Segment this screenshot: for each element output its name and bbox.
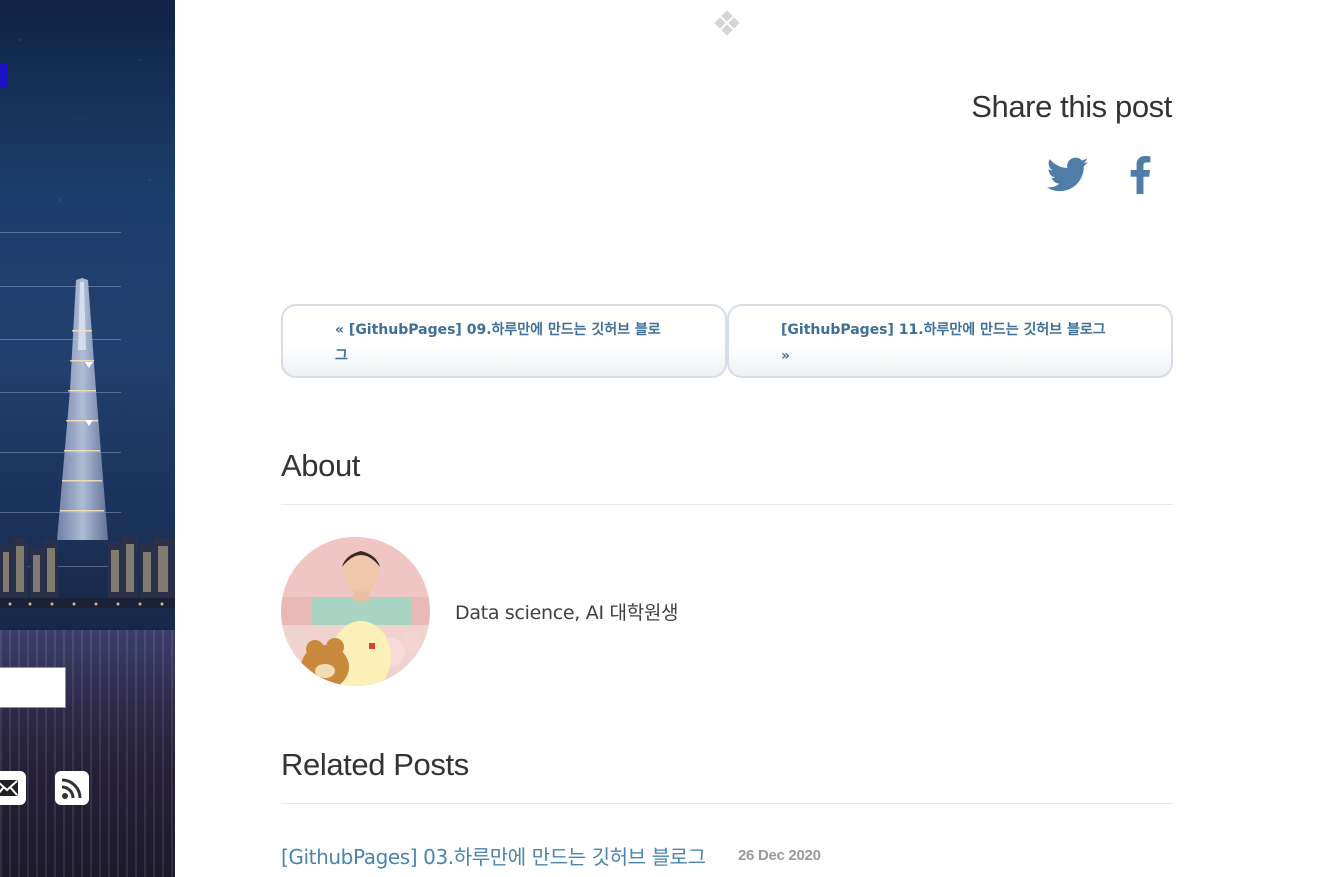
related-post-date: 26 Dec 2020 [738, 847, 821, 864]
share-title: Share this post [971, 89, 1172, 124]
related-post-link[interactable]: [GithubPages] 03.하루만에 만드는 깃허브 블로그 [281, 841, 706, 870]
next-post-label: [GithubPages] 11.하루만에 만드는 깃허브 블로그 » [781, 322, 1106, 364]
twitter-icon [1046, 157, 1089, 192]
avatar [281, 537, 430, 686]
twitter-share-button[interactable] [1046, 156, 1089, 198]
sidebar-active-tab[interactable] [0, 64, 8, 88]
previous-post-button[interactable]: « [GithubPages] 09.하루만에 만드는 깃허브 블로 그 [281, 304, 727, 378]
city-skyline-image [0, 278, 175, 608]
sidebar-search-input[interactable] [0, 667, 66, 708]
rss-icon[interactable] [55, 771, 89, 805]
sidebar-sky [0, 0, 175, 300]
related-posts-divider [281, 803, 1173, 804]
sidebar [0, 0, 175, 877]
previous-post-label: « [GithubPages] 09.하루만에 만드는 깃허브 블로 그 [335, 322, 661, 364]
facebook-share-button[interactable] [1128, 156, 1152, 198]
profile-photo [281, 537, 430, 686]
facebook-icon [1130, 156, 1151, 194]
sidebar-nav-divider [0, 232, 121, 233]
next-post-button[interactable]: [GithubPages] 11.하루만에 만드는 깃허브 블로그 » [727, 304, 1173, 378]
divider-ornament-icon [714, 10, 740, 36]
about-divider [281, 504, 1173, 505]
about-title: About [281, 448, 361, 483]
mail-icon[interactable] [0, 771, 26, 805]
about-description: Data science, AI 대학원생 [455, 602, 679, 624]
related-posts-title: Related Posts [281, 747, 469, 782]
